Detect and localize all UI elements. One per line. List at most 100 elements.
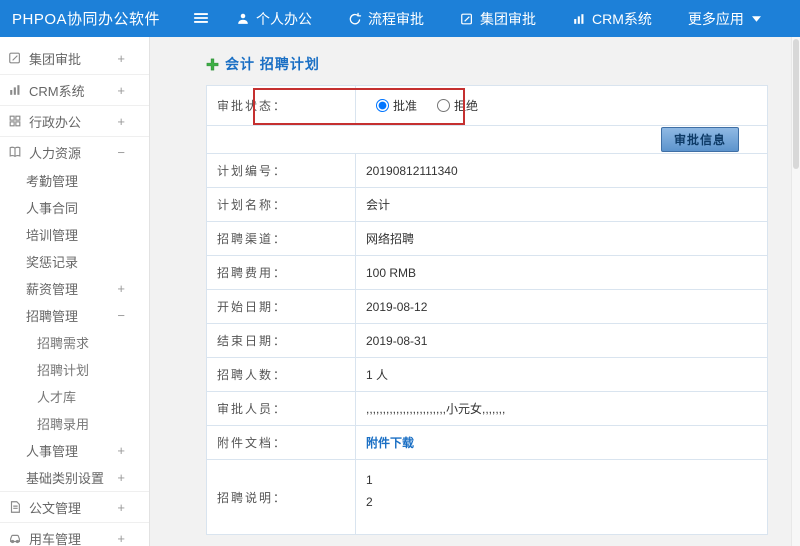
collapse-toggle[interactable]: − bbox=[117, 145, 125, 160]
radio-approve-input[interactable] bbox=[376, 99, 389, 112]
nav-label: 集团审批 bbox=[480, 10, 536, 27]
process-icon bbox=[348, 12, 362, 26]
plus-icon bbox=[206, 58, 219, 71]
sidebar-item-hr[interactable]: 人力资源 − bbox=[0, 136, 149, 167]
nav-more-apps[interactable]: 更多应用 bbox=[688, 9, 761, 29]
form-row-plan-number: 计划编号： 20190812111340 bbox=[207, 154, 767, 188]
expand-toggle[interactable]: + bbox=[117, 470, 125, 485]
field-label: 开始日期： bbox=[207, 290, 356, 323]
top-navigation: 个人办公 流程审批 集团审批 CRM系统 更多应用 bbox=[236, 9, 761, 29]
form-row-button: 审批信息 bbox=[207, 126, 767, 154]
sidebar-item-admin-office[interactable]: 行政办公 + bbox=[0, 105, 149, 136]
field-value: 网络招聘 bbox=[366, 232, 415, 246]
field-value: ,,,,,,,,,,,,,,,,,,,,,,,,小元女,,,,,,, bbox=[366, 402, 506, 416]
sidebar-item-recruit-mgmt[interactable]: 招聘管理 − bbox=[0, 302, 149, 329]
field-value: 20190812111340 bbox=[366, 163, 458, 178]
book-icon bbox=[8, 145, 23, 160]
expand-toggle[interactable]: + bbox=[117, 500, 125, 515]
grid-icon bbox=[8, 114, 23, 129]
chart-icon bbox=[8, 83, 23, 98]
field-label: 计划编号： bbox=[207, 154, 356, 187]
expand-toggle[interactable]: + bbox=[117, 531, 125, 546]
field-label: 招聘说明： bbox=[207, 460, 356, 534]
field-label: 招聘渠道： bbox=[207, 222, 356, 255]
description-line: 2 bbox=[366, 495, 373, 509]
form-row-attachment: 附件文档： 附件下载 bbox=[207, 426, 767, 460]
expand-toggle[interactable]: + bbox=[117, 443, 125, 458]
field-value: 100 RMB bbox=[366, 265, 417, 280]
nav-group-approval[interactable]: 集团审批 bbox=[460, 9, 536, 29]
approve-status-radio-group: 批准 拒绝 bbox=[376, 97, 478, 114]
field-value: 会计 bbox=[366, 198, 391, 212]
approval-info-button[interactable]: 审批信息 bbox=[660, 127, 739, 152]
sidebar-item-training[interactable]: 培训管理 bbox=[0, 221, 149, 248]
expand-toggle[interactable]: + bbox=[117, 83, 125, 98]
field-value: 1 人 bbox=[366, 368, 389, 382]
radio-approve[interactable]: 批准 bbox=[376, 97, 417, 114]
chart-icon bbox=[572, 12, 586, 26]
collapse-toggle[interactable]: − bbox=[117, 308, 125, 323]
sidebar-item-salary[interactable]: 薪资管理 + bbox=[0, 275, 149, 302]
field-value: 2019-08-12 bbox=[366, 299, 428, 314]
edit-icon bbox=[460, 12, 474, 26]
sidebar-item-recruit-plan[interactable]: 招聘计划 bbox=[0, 356, 149, 383]
sidebar-item-rewards[interactable]: 奖惩记录 bbox=[0, 248, 149, 275]
form-row-channel: 招聘渠道： 网络招聘 bbox=[207, 222, 767, 256]
form-row-start-date: 开始日期： 2019-08-12 bbox=[207, 290, 767, 324]
document-icon bbox=[8, 500, 23, 515]
field-label: 审批状态： bbox=[207, 86, 356, 125]
edit-icon bbox=[8, 51, 23, 66]
form-row-end-date: 结束日期： 2019-08-31 bbox=[207, 324, 767, 358]
sidebar-item-personnel-mgmt[interactable]: 人事管理 + bbox=[0, 437, 149, 464]
nav-label: 流程审批 bbox=[368, 10, 424, 27]
sidebar-item-document-mgmt[interactable]: 公文管理 + bbox=[0, 491, 149, 522]
sidebar-item-attendance[interactable]: 考勤管理 bbox=[0, 167, 149, 194]
nav-label: 更多应用 bbox=[687, 10, 744, 27]
sidebar: 集团审批 + CRM系统 + 行政办公 + 人力资源 − 考勤管理 人事合同 培… bbox=[0, 37, 150, 546]
nav-process-approval[interactable]: 流程审批 bbox=[348, 9, 424, 29]
scrollbar[interactable] bbox=[791, 37, 800, 546]
expand-toggle[interactable]: + bbox=[117, 114, 125, 129]
main-content: 会计 招聘计划 审批状态： 批准 拒绝 审批信息 计划编号： 201908121… bbox=[151, 37, 800, 546]
field-label: 结束日期： bbox=[207, 324, 356, 357]
sidebar-item-group-approval[interactable]: 集团审批 + bbox=[0, 43, 149, 74]
nav-crm[interactable]: CRM系统 bbox=[572, 9, 652, 29]
expand-toggle[interactable]: + bbox=[117, 51, 125, 66]
topbar: PHPOA协同办公软件 个人办公 流程审批 集团审批 CRM系统 更多应用 bbox=[0, 0, 800, 37]
field-value: 2019-08-31 bbox=[366, 333, 428, 348]
description-line: 1 bbox=[366, 473, 373, 487]
sidebar-item-recruit-demand[interactable]: 招聘需求 bbox=[0, 329, 149, 356]
form-row-cost: 招聘费用： 100 RMB bbox=[207, 256, 767, 290]
menu-toggle-icon[interactable] bbox=[192, 9, 212, 29]
page-title-text: 会计 招聘计划 bbox=[225, 56, 320, 72]
scrollbar-thumb[interactable] bbox=[793, 39, 799, 169]
field-label: 计划名称： bbox=[207, 188, 356, 221]
field-label: 附件文档： bbox=[207, 426, 356, 459]
person-icon bbox=[236, 12, 250, 26]
form-row-approvers: 审批人员： ,,,,,,,,,,,,,,,,,,,,,,,,小元女,,,,,,, bbox=[207, 392, 767, 426]
radio-reject[interactable]: 拒绝 bbox=[437, 97, 478, 114]
field-value: 1 2 bbox=[356, 460, 767, 534]
app-brand: PHPOA协同办公软件 bbox=[12, 11, 161, 28]
sidebar-item-contract[interactable]: 人事合同 bbox=[0, 194, 149, 221]
field-label: 招聘费用： bbox=[207, 256, 356, 289]
sidebar-item-crm[interactable]: CRM系统 + bbox=[0, 74, 149, 105]
expand-toggle[interactable]: + bbox=[117, 281, 125, 296]
recruit-plan-form: 审批状态： 批准 拒绝 审批信息 计划编号： 20190812111340 计划… bbox=[206, 85, 768, 535]
field-label: 审批人员： bbox=[207, 392, 356, 425]
car-icon bbox=[8, 531, 23, 546]
nav-personal-office[interactable]: 个人办公 bbox=[236, 9, 312, 29]
sidebar-item-talent-pool[interactable]: 人才库 bbox=[0, 383, 149, 410]
attachment-download-link[interactable]: 附件下载 bbox=[366, 434, 414, 451]
nav-label: 个人办公 bbox=[256, 10, 312, 27]
sidebar-item-recruit-hire[interactable]: 招聘录用 bbox=[0, 410, 149, 437]
form-row-approve-status: 审批状态： 批准 拒绝 bbox=[207, 86, 767, 126]
radio-reject-input[interactable] bbox=[437, 99, 451, 112]
form-row-headcount: 招聘人数： 1 人 bbox=[207, 358, 767, 392]
page-title: 会计 招聘计划 bbox=[206, 53, 800, 75]
sidebar-item-base-category[interactable]: 基础类别设置 + bbox=[0, 464, 149, 491]
sidebar-item-vehicle-mgmt[interactable]: 用车管理 + bbox=[0, 522, 149, 546]
form-row-plan-name: 计划名称： 会计 bbox=[207, 188, 767, 222]
form-row-description: 招聘说明： 1 2 bbox=[207, 460, 767, 534]
field-label: 招聘人数： bbox=[207, 358, 356, 391]
